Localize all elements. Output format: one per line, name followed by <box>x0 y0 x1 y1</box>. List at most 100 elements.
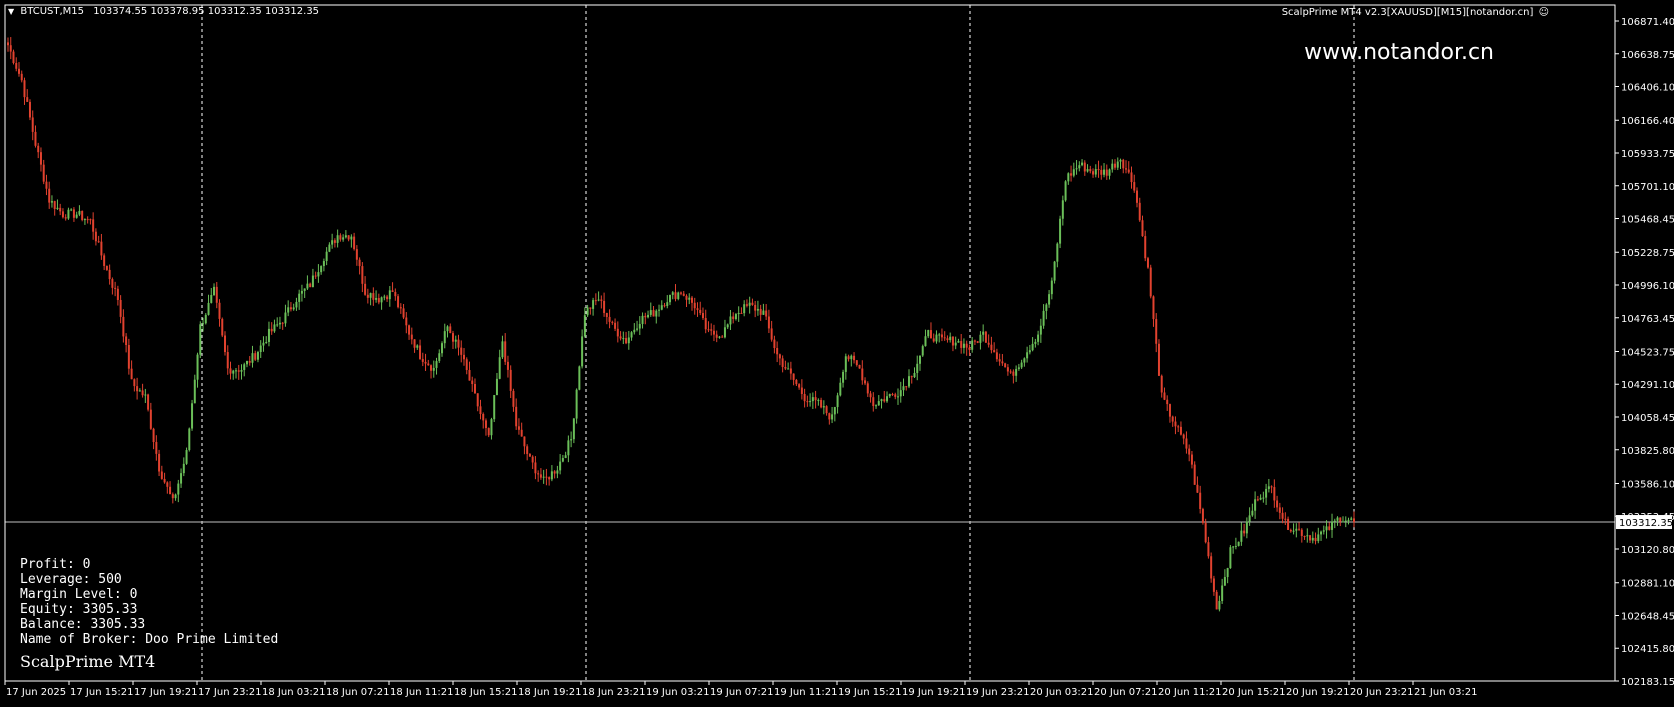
candle <box>707 321 710 333</box>
candle <box>575 388 578 424</box>
candle <box>457 334 460 356</box>
candle <box>943 331 946 341</box>
candle <box>789 361 792 380</box>
candle <box>971 336 974 353</box>
candle <box>567 435 570 463</box>
candle <box>839 377 842 397</box>
candle <box>534 456 537 480</box>
candle <box>355 245 358 266</box>
candle <box>1177 424 1180 432</box>
candle <box>1295 523 1298 538</box>
candle <box>152 427 155 450</box>
candle <box>710 323 713 336</box>
candle <box>438 349 441 364</box>
candle <box>15 57 18 72</box>
candle <box>932 333 935 343</box>
candle <box>962 338 965 354</box>
ohlc-values: 103374.55 103378.95 103312.35 103312.35 <box>93 6 320 17</box>
candle <box>369 292 372 306</box>
candle <box>1056 242 1059 268</box>
candle <box>949 332 952 343</box>
candle <box>781 355 784 373</box>
candle <box>1039 318 1042 343</box>
candle <box>784 360 787 371</box>
candle <box>53 200 56 216</box>
candle <box>89 218 92 225</box>
candle <box>273 319 276 333</box>
candle <box>408 324 411 340</box>
candle <box>174 493 177 501</box>
candle <box>638 316 641 335</box>
candle <box>476 393 479 412</box>
candle <box>191 399 194 431</box>
x-tick-label: 18 Jun 07:21 <box>326 687 390 698</box>
candle <box>740 307 743 314</box>
candle <box>83 218 86 225</box>
x-tick-label: 19 Jun 19:21 <box>902 687 966 698</box>
candle <box>473 378 476 394</box>
candle <box>1234 537 1237 550</box>
candle <box>78 205 81 217</box>
dropdown-triangle-icon[interactable]: ▼ <box>8 7 14 16</box>
candle <box>1311 531 1314 544</box>
candle <box>1215 589 1218 610</box>
candle <box>548 476 551 486</box>
candle <box>240 364 243 380</box>
candle <box>1317 527 1320 544</box>
candle <box>589 307 592 315</box>
x-tick-label: 19 Jun 15:21 <box>838 687 902 698</box>
candle <box>1149 264 1152 299</box>
candle <box>1207 536 1210 559</box>
candle <box>1201 507 1204 525</box>
candle <box>1287 516 1290 530</box>
candle <box>490 417 493 440</box>
profit-label: Profit: 0 <box>20 557 91 572</box>
candle <box>1212 575 1215 596</box>
candle <box>853 352 856 364</box>
candle <box>1171 415 1174 427</box>
candle <box>1059 215 1062 249</box>
candle <box>696 302 699 317</box>
candle <box>927 329 930 339</box>
candle <box>1020 359 1023 370</box>
x-tick-label: 18 Jun 11:21 <box>390 687 454 698</box>
candle <box>251 345 254 368</box>
candle <box>221 317 224 338</box>
candle <box>1218 595 1221 612</box>
broker-label: Name of Broker: Doo Prime Limited <box>20 632 279 647</box>
candle <box>660 300 663 311</box>
candle <box>883 391 886 403</box>
candle <box>1083 160 1086 176</box>
candle <box>866 381 869 397</box>
candle <box>75 211 78 219</box>
candle <box>185 447 188 465</box>
candle <box>1119 158 1122 169</box>
candle <box>712 324 715 342</box>
y-tick-label: 105468.45 <box>1621 215 1674 226</box>
candle <box>907 369 910 389</box>
candle <box>578 365 581 391</box>
candle <box>1179 421 1182 436</box>
candle <box>136 377 139 400</box>
candle <box>144 388 147 403</box>
candle <box>765 304 768 320</box>
candle <box>56 199 59 210</box>
candle <box>899 381 902 403</box>
candle <box>1097 160 1100 178</box>
candle <box>718 335 721 339</box>
candle <box>614 318 617 332</box>
candle <box>226 345 229 375</box>
candle <box>1276 495 1279 512</box>
candle <box>391 282 394 293</box>
candle <box>421 352 424 367</box>
candle <box>1353 511 1355 528</box>
candle <box>1133 174 1136 193</box>
y-tick-label: 103586.10 <box>1621 479 1674 490</box>
y-tick-label: 104291.10 <box>1621 380 1674 391</box>
candle <box>331 233 334 249</box>
candle <box>1064 180 1067 202</box>
candle <box>303 288 306 298</box>
candle <box>663 302 666 308</box>
candle <box>677 291 680 301</box>
candle <box>300 284 303 302</box>
